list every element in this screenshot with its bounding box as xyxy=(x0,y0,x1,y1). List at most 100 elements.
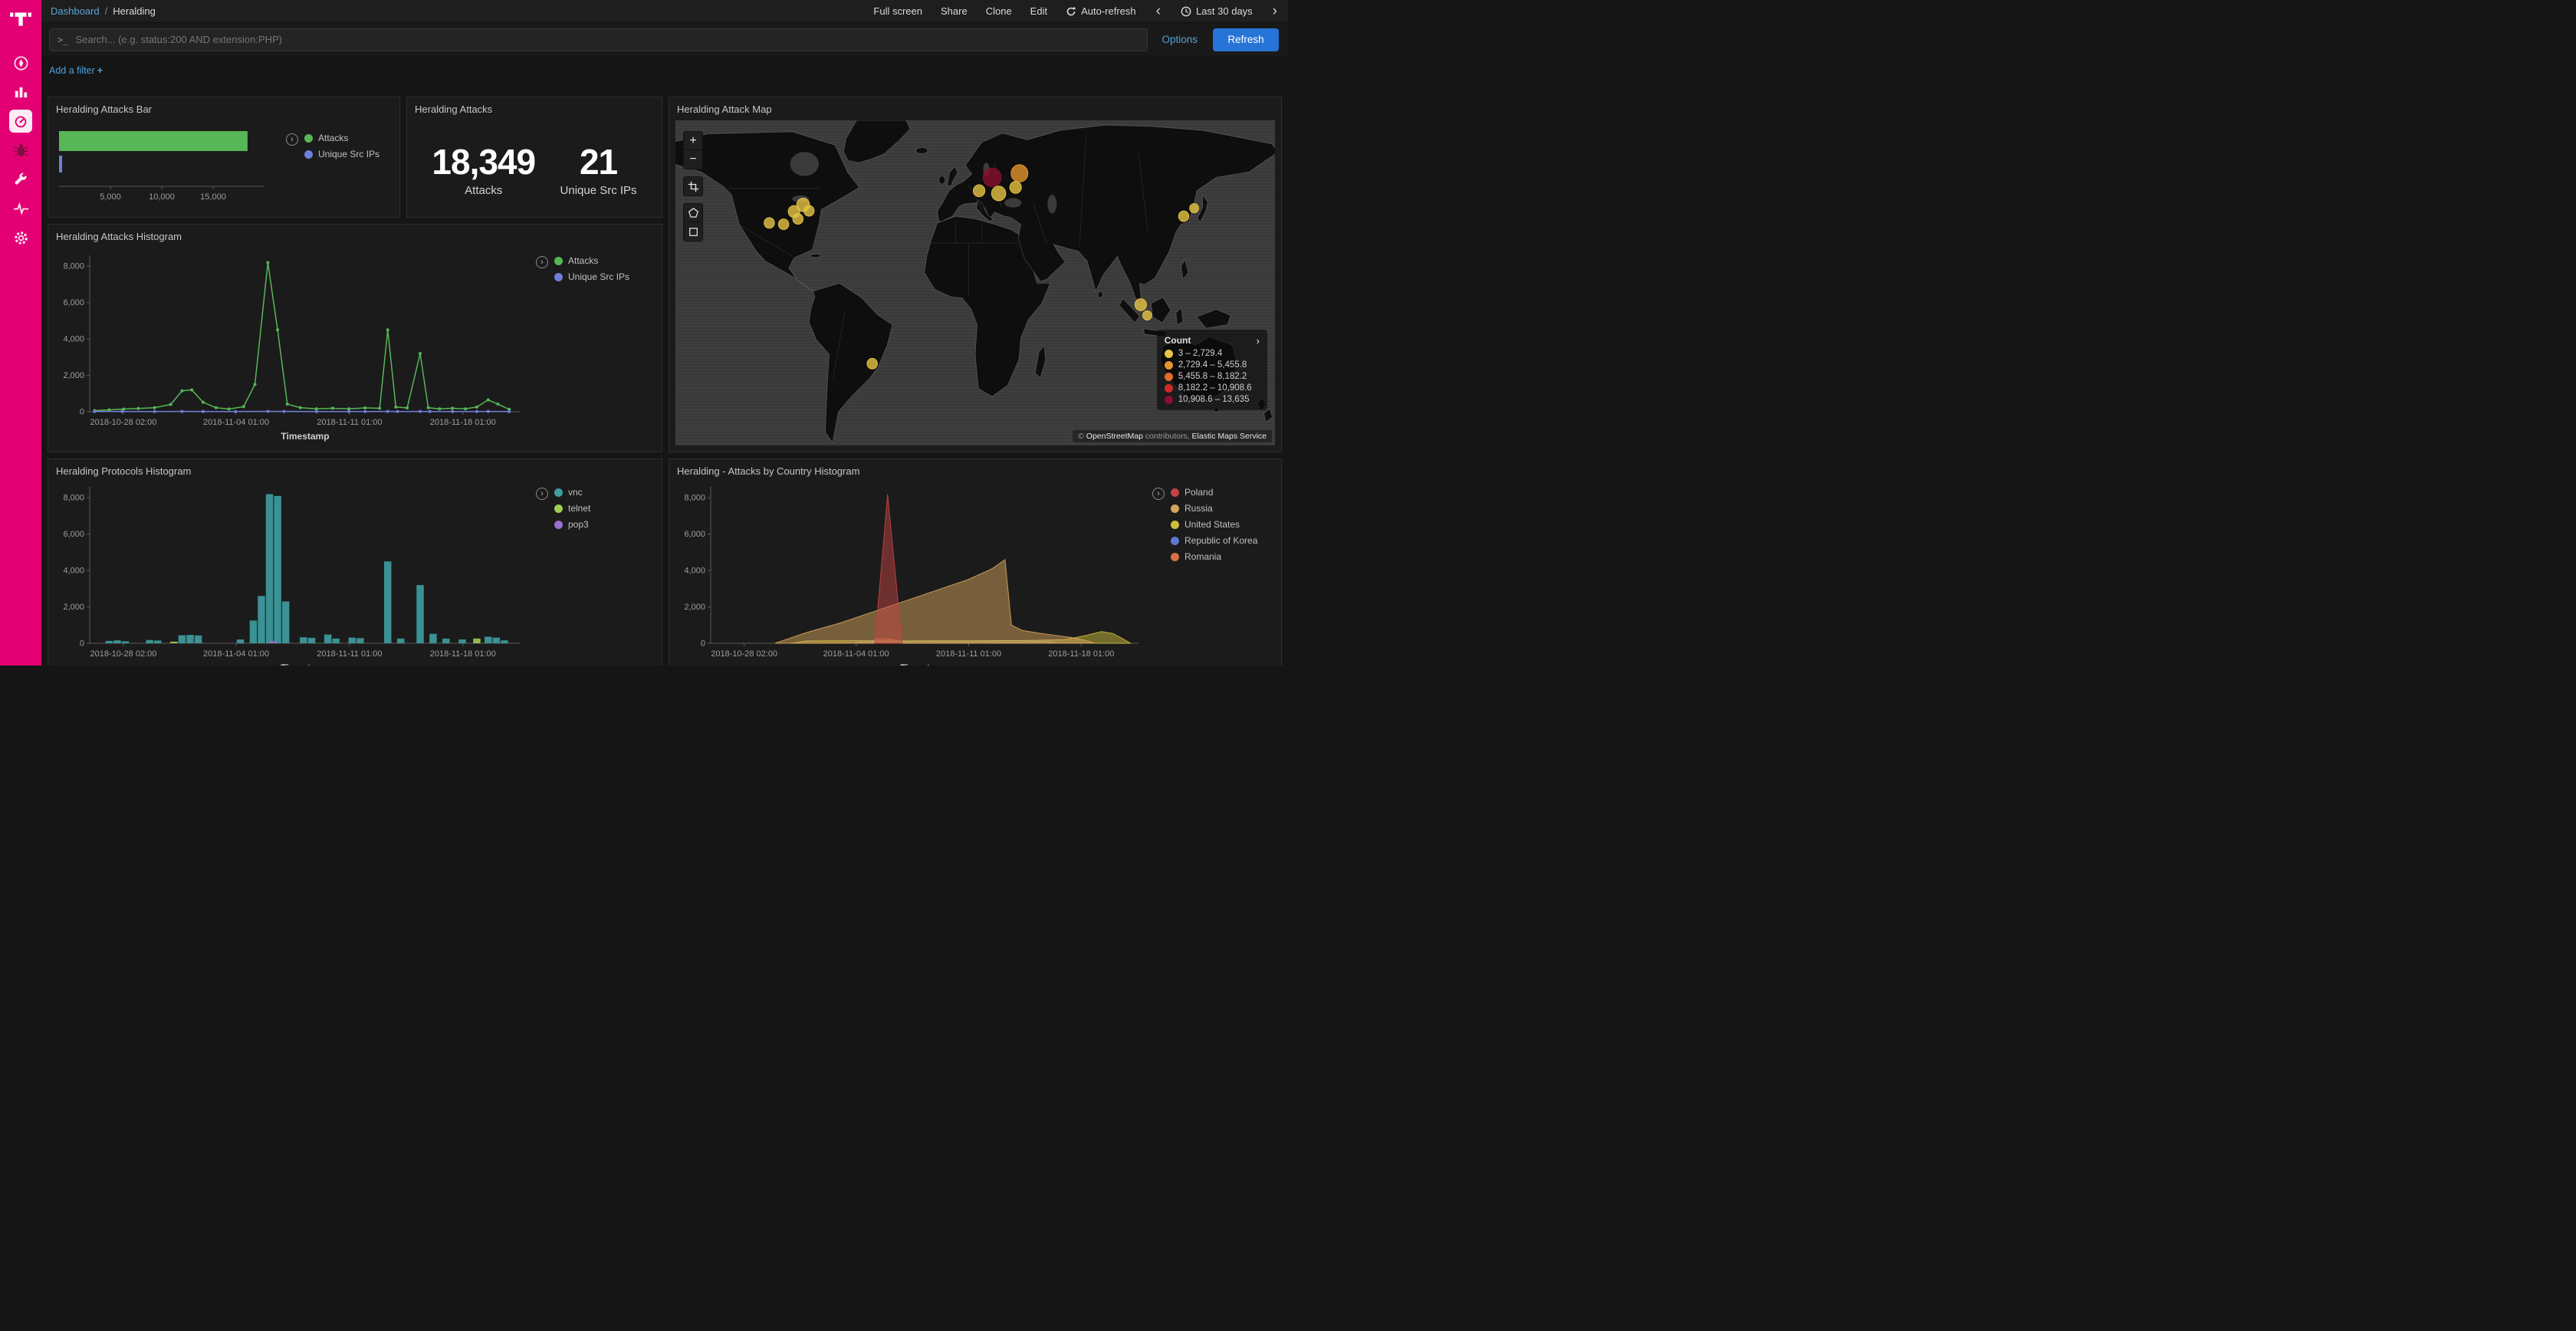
map-legend-row: 2,729.4 – 5,455.8 xyxy=(1165,360,1252,370)
breadcrumb-dashboard-link[interactable]: Dashboard xyxy=(51,5,100,17)
svg-text:Timestamp: Timestamp xyxy=(281,431,329,442)
gear-icon xyxy=(12,229,30,247)
legend-dot-icon xyxy=(554,257,563,265)
legend-dot-icon xyxy=(304,134,313,143)
legend-item[interactable]: pop3 xyxy=(554,519,590,530)
legend-label: 8,182.2 – 10,908.6 xyxy=(1178,383,1252,393)
legend-item[interactable]: United States xyxy=(1171,519,1257,530)
share-button[interactable]: Share xyxy=(941,5,968,17)
add-filter-link[interactable]: Add a filter+ xyxy=(49,65,103,76)
svg-text:6,000: 6,000 xyxy=(684,530,705,539)
legend-toggle-icon[interactable]: › xyxy=(1152,488,1165,500)
sidebar-item-visualize[interactable] xyxy=(0,77,41,107)
legend-label: Attacks xyxy=(318,133,348,143)
rectangle-icon xyxy=(688,226,699,238)
sidebar-item-discover[interactable] xyxy=(0,48,41,77)
protocols-histogram-chart[interactable]: 02,0004,0006,0008,0002018-10-28 02:00201… xyxy=(54,479,528,666)
legend-label: Attacks xyxy=(568,255,598,266)
attacks-bar-chart[interactable]: 5,00010,00015,000 xyxy=(56,125,277,209)
sidebar-item-management[interactable] xyxy=(0,223,41,252)
svg-text:8,000: 8,000 xyxy=(684,494,705,503)
sidebar-item-dashboard-selected[interactable] xyxy=(0,107,41,136)
svg-text:2018-11-04 01:00: 2018-11-04 01:00 xyxy=(203,418,269,427)
legend-toggle-icon[interactable]: › xyxy=(536,256,548,268)
map-legend-row: 8,182.2 – 10,908.6 xyxy=(1165,383,1252,393)
legend-label: United States xyxy=(1184,519,1240,530)
panel-title: Heralding Attacks Histogram xyxy=(48,225,662,242)
search-bar-row: >_ Options Refresh xyxy=(41,23,1288,57)
map-zoom-in-button[interactable]: + xyxy=(684,132,702,150)
search-input[interactable] xyxy=(75,34,1139,45)
legend-toggle-icon[interactable]: › xyxy=(536,488,548,500)
attack-map[interactable]: + − xyxy=(675,120,1275,445)
refresh-button[interactable]: Refresh xyxy=(1213,28,1279,51)
legend-dot-icon xyxy=(1171,504,1179,513)
time-forward-chevron[interactable]: › xyxy=(1271,4,1279,18)
dashboard-grid: Heralding Attacks Bar 5,00010,00015,000 … xyxy=(41,84,1288,666)
sidebar-item-monitoring[interactable] xyxy=(0,194,41,223)
map-legend: Count 3 – 2,729.42,729.4 – 5,455.85,455.… xyxy=(1157,330,1267,410)
legend-label: Poland xyxy=(1184,487,1213,498)
breadcrumb-separator: / xyxy=(105,5,108,17)
legend-toggle-icon[interactable]: › xyxy=(286,133,298,146)
metric-attacks: 18,349 Attacks xyxy=(432,141,535,197)
legend-item[interactable]: Russia xyxy=(1171,503,1257,514)
map-fit-bounds-button[interactable] xyxy=(684,177,702,196)
time-range-button[interactable]: Last 30 days xyxy=(1181,5,1253,17)
metric-value: 18,349 xyxy=(432,141,535,182)
map-zoom-out-button[interactable]: − xyxy=(684,150,702,169)
attacks-histogram-chart[interactable]: 02,0004,0006,0008,0002018-10-28 02:00201… xyxy=(54,248,528,449)
legend-item[interactable]: Poland xyxy=(1171,487,1257,498)
time-back-chevron[interactable]: ‹ xyxy=(1155,4,1162,18)
legend-label: Russia xyxy=(1184,503,1213,514)
map-rectangle-filter-button[interactable] xyxy=(684,222,702,241)
chart-legend: › vnc telnet pop3 xyxy=(536,487,590,535)
legend-label: 3 – 2,729.4 xyxy=(1178,349,1223,358)
auto-refresh-button[interactable]: Auto-refresh xyxy=(1066,5,1136,17)
openstreetmap-link[interactable]: OpenStreetMap xyxy=(1086,432,1143,441)
svg-text:2018-11-18 01:00: 2018-11-18 01:00 xyxy=(430,649,496,659)
legend-item[interactable]: Attacks xyxy=(554,255,629,266)
heartbeat-icon xyxy=(12,200,30,218)
full-screen-button[interactable]: Full screen xyxy=(873,5,922,17)
legend-item[interactable]: Romania xyxy=(1171,551,1257,562)
panel-title: Heralding Attacks Bar xyxy=(48,97,399,115)
legend-dot-icon xyxy=(1165,396,1173,404)
legend-dot-icon xyxy=(1165,373,1173,381)
top-navbar: Dashboard / Heralding Full screen Share … xyxy=(41,0,1288,23)
legend-item[interactable]: vnc xyxy=(554,487,590,498)
clone-button[interactable]: Clone xyxy=(986,5,1012,17)
chart-legend: › Attacks Unique Src IPs xyxy=(536,255,629,288)
country-histogram-chart[interactable]: 02,0004,0006,0008,0002018-10-28 02:00201… xyxy=(675,479,1146,666)
legend-item[interactable]: Republic of Korea xyxy=(1171,535,1257,546)
legend-collapse-icon[interactable]: › xyxy=(1257,335,1260,347)
map-polygon-filter-button[interactable] xyxy=(684,204,702,222)
svg-text:2018-10-28 02:00: 2018-10-28 02:00 xyxy=(90,418,157,427)
svg-text:2018-11-11 01:00: 2018-11-11 01:00 xyxy=(936,649,1001,659)
options-link[interactable]: Options xyxy=(1162,34,1198,45)
legend-item[interactable]: telnet xyxy=(554,503,590,514)
nav-actions: Full screen Share Clone Edit Auto-refres… xyxy=(873,4,1279,18)
legend-item[interactable]: Unique Src IPs xyxy=(304,149,380,159)
panel-title: Heralding Protocols Histogram xyxy=(48,459,662,477)
legend-item[interactable]: Attacks xyxy=(304,133,380,143)
legend-item[interactable]: Unique Src IPs xyxy=(554,271,629,282)
refresh-cycle-icon xyxy=(1066,6,1076,17)
elastic-maps-service-link[interactable]: Elastic Maps Service xyxy=(1192,432,1267,441)
map-legend-row: 3 – 2,729.4 xyxy=(1165,349,1252,358)
sidebar-item-honeypot[interactable] xyxy=(0,136,41,165)
svg-text:2018-11-18 01:00: 2018-11-18 01:00 xyxy=(1048,649,1114,659)
svg-text:2018-11-11 01:00: 2018-11-11 01:00 xyxy=(317,649,382,659)
svg-text:0: 0 xyxy=(701,639,705,649)
legend-dot-icon xyxy=(1165,361,1173,370)
svg-text:2,000: 2,000 xyxy=(63,371,84,380)
sidebar-item-tools[interactable] xyxy=(0,165,41,194)
svg-text:8,000: 8,000 xyxy=(63,262,84,271)
query-prompt-icon: >_ xyxy=(58,35,68,45)
tmobile-logo[interactable] xyxy=(9,7,32,30)
svg-text:0: 0 xyxy=(80,639,84,649)
svg-text:Timestamp: Timestamp xyxy=(900,662,948,666)
edit-button[interactable]: Edit xyxy=(1030,5,1047,17)
svg-text:4,000: 4,000 xyxy=(63,567,84,576)
breadcrumb: Dashboard / Heralding xyxy=(51,5,156,17)
